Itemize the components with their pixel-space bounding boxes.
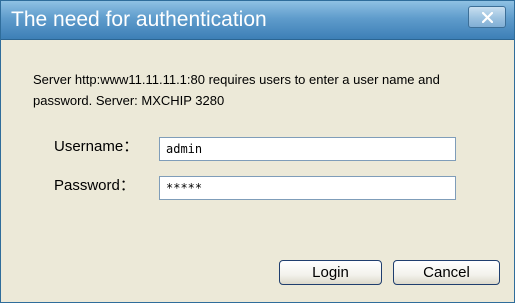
close-icon — [482, 12, 493, 23]
cancel-button[interactable]: Cancel — [393, 260, 500, 285]
login-button[interactable]: Login — [279, 260, 382, 285]
auth-message: Server http:www11.11.11.1:80 requires us… — [33, 72, 440, 108]
close-button[interactable] — [468, 6, 506, 28]
username-label: Username： — [54, 138, 139, 155]
password-field[interactable] — [159, 176, 456, 200]
username-field[interactable] — [159, 137, 456, 161]
dialog-title: The need for authentication — [11, 8, 267, 31]
password-label: Password： — [54, 177, 135, 194]
auth-dialog: The need for authentication Server http:… — [0, 0, 515, 303]
title-bar[interactable]: The need for authentication — [1, 1, 514, 40]
